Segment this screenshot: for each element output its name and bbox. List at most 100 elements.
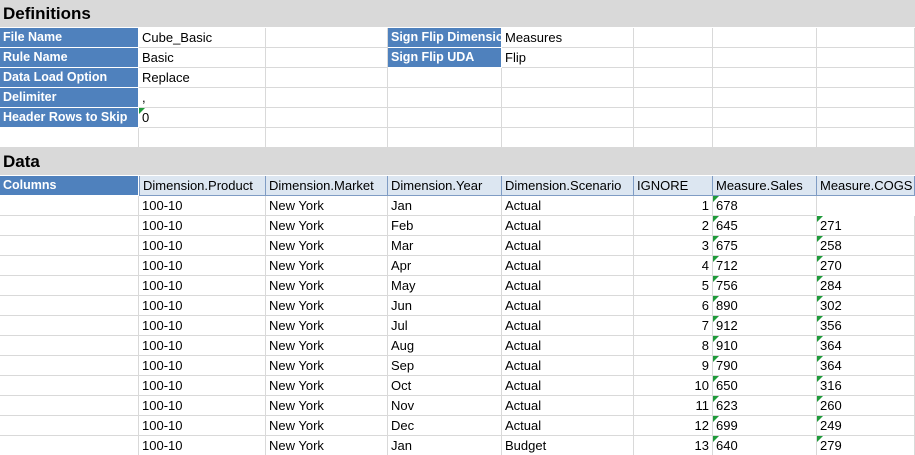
empty-cell[interactable] (634, 68, 713, 88)
empty-cell[interactable] (817, 68, 915, 88)
table-cell[interactable]: 100-10 (139, 436, 266, 455)
column-header[interactable]: Measure.COGS (817, 176, 915, 196)
empty-cell[interactable] (0, 396, 139, 416)
empty-cell[interactable] (713, 68, 817, 88)
empty-cell[interactable] (139, 128, 266, 148)
table-cell[interactable]: 9 (634, 356, 713, 376)
table-cell[interactable]: 790 (713, 356, 817, 376)
table-cell[interactable]: Feb (388, 216, 502, 236)
table-cell[interactable]: Actual (502, 256, 634, 276)
table-cell[interactable]: Actual (502, 396, 634, 416)
table-cell[interactable]: Jun (388, 296, 502, 316)
empty-cell[interactable] (266, 108, 388, 128)
empty-cell[interactable] (713, 108, 817, 128)
table-cell[interactable]: New York (266, 356, 388, 376)
column-header[interactable]: Measure.Sales (713, 176, 817, 196)
table-cell[interactable]: New York (266, 376, 388, 396)
table-cell[interactable]: Jan (388, 436, 502, 455)
empty-cell[interactable] (266, 128, 388, 148)
table-cell[interactable]: 100-10 (139, 336, 266, 356)
table-cell[interactable]: 4 (634, 256, 713, 276)
empty-cell[interactable] (388, 108, 502, 128)
rule-name-label[interactable]: Rule Name (0, 48, 139, 68)
empty-cell[interactable] (502, 68, 634, 88)
empty-cell[interactable] (388, 88, 502, 108)
table-cell[interactable]: New York (266, 196, 388, 216)
table-cell[interactable]: 100-10 (139, 256, 266, 276)
empty-cell[interactable] (266, 28, 388, 48)
empty-cell[interactable] (0, 128, 139, 148)
column-header[interactable]: Dimension.Product (139, 176, 266, 196)
empty-cell[interactable] (817, 88, 915, 108)
table-cell[interactable]: 712 (713, 256, 817, 276)
empty-cell[interactable] (0, 296, 139, 316)
data-load-option-label[interactable]: Data Load Option (0, 68, 139, 88)
file-name-label[interactable]: File Name (0, 28, 139, 48)
table-cell[interactable]: 100-10 (139, 416, 266, 436)
sign-flip-dimension-label[interactable]: Sign Flip Dimension (388, 28, 502, 48)
table-cell[interactable]: May (388, 276, 502, 296)
empty-cell[interactable] (0, 276, 139, 296)
empty-cell[interactable] (502, 128, 634, 148)
header-rows-value[interactable]: 0 (139, 108, 266, 128)
table-cell[interactable]: Actual (502, 356, 634, 376)
table-cell[interactable]: 7 (634, 316, 713, 336)
table-cell[interactable]: 12 (634, 416, 713, 436)
table-cell[interactable]: 11 (634, 396, 713, 416)
table-cell[interactable]: Aug (388, 336, 502, 356)
empty-cell[interactable] (266, 88, 388, 108)
table-cell[interactable]: 3 (634, 236, 713, 256)
table-cell[interactable]: 100-10 (139, 196, 266, 216)
table-cell[interactable]: 100-10 (139, 216, 266, 236)
table-cell[interactable]: Actual (502, 216, 634, 236)
empty-cell[interactable] (0, 196, 139, 216)
table-cell[interactable]: Apr (388, 256, 502, 276)
sign-flip-dimension-value[interactable]: Measures (502, 28, 634, 48)
empty-cell[interactable] (0, 216, 139, 236)
table-cell[interactable]: New York (266, 316, 388, 336)
table-cell[interactable]: 912 (713, 316, 817, 336)
table-cell[interactable]: 910 (713, 336, 817, 356)
table-cell[interactable]: Actual (502, 296, 634, 316)
table-cell[interactable]: Actual (502, 376, 634, 396)
columns-label[interactable]: Columns (0, 176, 139, 196)
table-cell[interactable]: Actual (502, 336, 634, 356)
empty-cell[interactable] (388, 68, 502, 88)
table-cell[interactable]: Nov (388, 396, 502, 416)
empty-cell[interactable] (817, 48, 915, 68)
empty-cell[interactable] (0, 336, 139, 356)
empty-cell[interactable] (634, 48, 713, 68)
column-header[interactable]: Dimension.Scenario (502, 176, 634, 196)
table-cell[interactable]: 10 (634, 376, 713, 396)
empty-cell[interactable] (388, 128, 502, 148)
empty-cell[interactable] (0, 256, 139, 276)
column-header[interactable]: Dimension.Year (388, 176, 502, 196)
column-header[interactable]: Dimension.Market (266, 176, 388, 196)
table-cell[interactable]: Mar (388, 236, 502, 256)
empty-cell[interactable] (266, 48, 388, 68)
table-cell[interactable]: Actual (502, 316, 634, 336)
table-cell[interactable]: Actual (502, 196, 634, 216)
empty-cell[interactable] (713, 88, 817, 108)
empty-cell[interactable] (634, 128, 713, 148)
empty-cell[interactable] (0, 416, 139, 436)
table-cell[interactable]: 100-10 (139, 376, 266, 396)
table-cell[interactable]: 100-10 (139, 236, 266, 256)
sign-flip-uda-value[interactable]: Flip (502, 48, 634, 68)
empty-cell[interactable] (713, 128, 817, 148)
empty-cell[interactable] (266, 68, 388, 88)
table-cell[interactable]: New York (266, 436, 388, 455)
empty-cell[interactable] (634, 108, 713, 128)
table-cell[interactable]: Sep (388, 356, 502, 376)
delimiter-value[interactable]: , (139, 88, 266, 108)
table-cell[interactable]: 645 (713, 216, 817, 236)
table-cell[interactable]: Budget (502, 436, 634, 455)
table-cell[interactable]: 2 (634, 216, 713, 236)
table-cell[interactable]: 756 (713, 276, 817, 296)
table-cell[interactable]: 675 (713, 236, 817, 256)
table-cell[interactable]: Actual (502, 236, 634, 256)
table-cell[interactable]: New York (266, 216, 388, 236)
table-cell[interactable]: 100-10 (139, 316, 266, 336)
rule-name-value[interactable]: Basic (139, 48, 266, 68)
sign-flip-uda-label[interactable]: Sign Flip UDA (388, 48, 502, 68)
